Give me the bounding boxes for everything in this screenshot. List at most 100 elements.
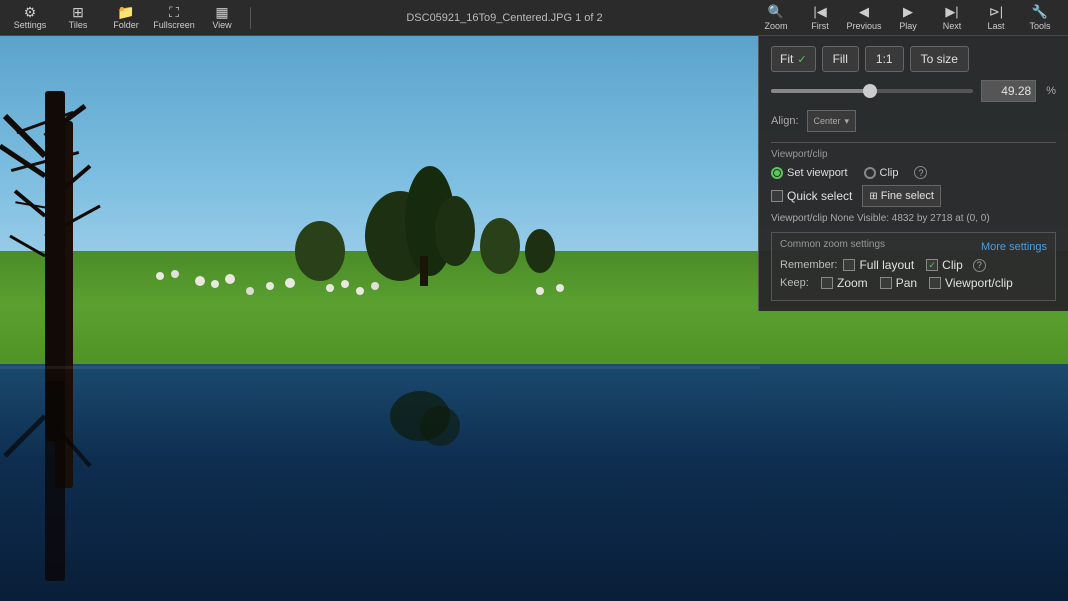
align-dropdown-icon: ▾ (845, 116, 850, 127)
clip-remember-checkbox[interactable] (926, 259, 938, 271)
zoom-slider-fill (771, 89, 870, 93)
viewport-clip-keep-label: Viewport/clip (945, 276, 1013, 290)
next-button[interactable]: ▶| Next (932, 2, 972, 34)
quick-select-label: Quick select (787, 189, 852, 203)
set-viewport-label: Set viewport (787, 167, 848, 179)
remember-help-button[interactable]: ? (973, 259, 986, 272)
section-divider-1 (771, 142, 1056, 143)
zoom-tool-label: Zoom (764, 21, 787, 31)
last-icon: ⊳| (989, 4, 1003, 20)
zoom-value-box[interactable]: 49.28 (981, 80, 1036, 102)
next-label: Next (943, 21, 962, 31)
zoom-keep-label: Zoom (837, 276, 868, 290)
clip-remember-item[interactable]: Clip (926, 258, 963, 272)
one-to-one-button[interactable]: 1:1 (865, 46, 904, 72)
fill-button[interactable]: Fill (822, 46, 859, 72)
zoom-slider-thumb[interactable] (863, 84, 877, 98)
align-row: Align: Center ▾ (771, 110, 1056, 132)
file-info: DSC05921_16To9_Centered.JPG 1 of 2 (257, 12, 752, 24)
keep-label: Keep: (780, 277, 815, 289)
viewport-info: Viewport/clip None Visible: 4832 by 2718… (771, 213, 1056, 224)
common-zoom-title: Common zoom settings (780, 239, 885, 250)
viewport-help-button[interactable]: ? (914, 166, 927, 179)
common-zoom-section: Common zoom settings More settings Remem… (771, 232, 1056, 301)
align-label: Align: (771, 115, 799, 127)
folder-button[interactable]: 📁 Folder (104, 2, 148, 34)
clip-radio-label: Clip (880, 167, 899, 179)
more-settings-link[interactable]: More settings (981, 241, 1047, 253)
zoom-tool-button[interactable]: 🔍 Zoom (756, 2, 796, 34)
fit-label: Fit (780, 52, 793, 66)
set-viewport-radio-circle (771, 167, 783, 179)
align-select[interactable]: Center ▾ (807, 110, 857, 132)
folder-label: Folder (113, 20, 139, 30)
first-label: First (811, 21, 829, 31)
to-size-label: To size (921, 52, 958, 66)
zoom-slider-container[interactable] (771, 82, 973, 100)
previous-button[interactable]: ◀ Previous (844, 2, 884, 34)
one-to-one-label: 1:1 (876, 52, 893, 66)
settings-icon: ⚙ (24, 5, 37, 19)
fullscreen-button[interactable]: ⛶ Fullscreen (152, 2, 196, 34)
fullscreen-icon: ⛶ (169, 5, 179, 19)
last-label: Last (987, 21, 1004, 31)
zoom-fit-row: Fit ✓ Fill 1:1 To size (771, 46, 1056, 72)
play-label: Play (899, 21, 917, 31)
remember-label: Remember: (780, 259, 837, 271)
main-toolbar: ⚙ Settings ⊞ Tiles 📁 Folder ⛶ Fullscreen… (0, 0, 1068, 36)
select-row: Quick select ⊞ Fine select (771, 185, 1056, 207)
set-viewport-radio[interactable]: Set viewport (771, 167, 848, 179)
folder-icon: 📁 (117, 5, 134, 19)
zoom-slider-track (771, 89, 973, 93)
fine-select-label: Fine select (881, 190, 934, 202)
clip-radio-circle (864, 167, 876, 179)
tiles-icon: ⊞ (72, 5, 84, 19)
clip-remember-label: Clip (942, 258, 963, 272)
tree-trunk (55, 121, 73, 488)
to-size-button[interactable]: To size (910, 46, 969, 72)
pan-checkbox[interactable] (880, 277, 892, 289)
previous-icon: ◀ (859, 4, 869, 20)
zoom-value: 49.28 (1001, 84, 1031, 98)
first-icon: |◀ (813, 4, 826, 20)
fine-select-grid-icon: ⊞ (869, 191, 877, 202)
tools-button[interactable]: 🔧 Tools (1020, 2, 1060, 34)
last-button[interactable]: ⊳| Last (976, 2, 1016, 34)
play-icon: ▶ (903, 4, 913, 20)
viewport-clip-keep-item[interactable]: Viewport/clip (929, 276, 1013, 290)
fine-select-button[interactable]: ⊞ Fine select (862, 185, 941, 207)
full-layout-checkbox[interactable] (843, 259, 855, 271)
view-label: View (212, 20, 231, 30)
view-icon: ▦ (215, 5, 228, 19)
quick-select-checkbox[interactable] (771, 190, 783, 202)
keep-row: Keep: Zoom Pan Viewport/clip (780, 276, 1047, 290)
remember-row: Remember: Full layout Clip ? (780, 258, 1047, 272)
align-value: Center (814, 116, 841, 126)
toolbar-separator (250, 7, 251, 29)
settings-button[interactable]: ⚙ Settings (8, 2, 52, 34)
fit-button[interactable]: Fit ✓ (771, 46, 816, 72)
zoom-panel: Fit ✓ Fill 1:1 To size 49.28 % Align: Ce… (758, 36, 1068, 311)
full-layout-label: Full layout (859, 258, 914, 272)
tiles-label: Tiles (69, 20, 88, 30)
play-button[interactable]: ▶ Play (888, 2, 928, 34)
water-layer (0, 364, 1068, 601)
zoom-slider-row: 49.28 % (771, 80, 1056, 102)
zoom-keep-item[interactable]: Zoom (821, 276, 868, 290)
tools-icon: 🔧 (1032, 4, 1048, 20)
pan-item[interactable]: Pan (880, 276, 917, 290)
viewport-clip-keep-checkbox[interactable] (929, 277, 941, 289)
tiles-button[interactable]: ⊞ Tiles (56, 2, 100, 34)
next-icon: ▶| (945, 4, 958, 20)
tools-label: Tools (1029, 21, 1050, 31)
fill-label: Fill (833, 52, 848, 66)
clip-radio[interactable]: Clip (864, 167, 899, 179)
zoom-tool-icon: 🔍 (768, 4, 784, 20)
quick-select-item[interactable]: Quick select (771, 189, 852, 203)
settings-label: Settings (14, 20, 47, 30)
full-layout-item[interactable]: Full layout (843, 258, 914, 272)
zoom-keep-checkbox[interactable] (821, 277, 833, 289)
fit-checkmark: ✓ (797, 53, 806, 66)
first-button[interactable]: |◀ First (800, 2, 840, 34)
view-button[interactable]: ▦ View (200, 2, 244, 34)
